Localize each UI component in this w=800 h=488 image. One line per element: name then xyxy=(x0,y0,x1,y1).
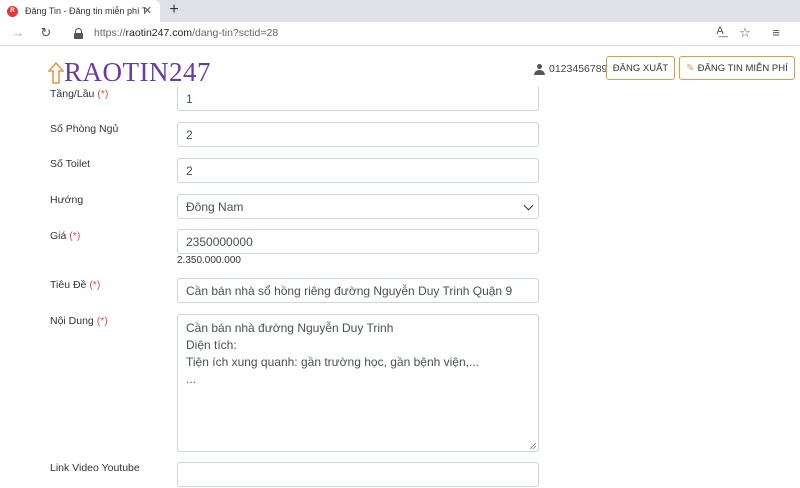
new-tab-plus-icon[interactable]: + xyxy=(166,1,182,19)
title-label: Tiêu Đề (*) xyxy=(50,279,101,291)
direction-value: Đông Nam xyxy=(186,199,244,214)
bedrooms-input[interactable]: 2 xyxy=(177,122,539,147)
close-icon[interactable]: ✕ xyxy=(143,4,152,17)
direction-label: Hướng xyxy=(50,194,84,206)
logout-button[interactable]: ĐĂNG XUẤT xyxy=(606,56,675,80)
price-formatted: 2.350.000.000 xyxy=(177,255,241,266)
title-input[interactable]: Cần bán nhà sổ hồng riêng đường Nguyễn D… xyxy=(177,278,539,303)
post-free-label: ĐĂNG TIN MIỄN PHÍ xyxy=(697,62,788,74)
direction-select[interactable]: Đông Nam xyxy=(177,194,539,219)
floor-input[interactable]: 1 xyxy=(177,87,539,111)
browser-tab-bar: R Đăng Tin - Đăng tin miễn phí Toà ✕ + xyxy=(0,0,800,22)
tab-title: Đăng Tin - Đăng tin miễn phí Toà xyxy=(25,6,145,16)
price-input[interactable]: 2350000000 xyxy=(177,229,539,254)
lock-icon xyxy=(74,28,83,39)
content-label: Nội Dung (*) xyxy=(50,315,108,327)
back-arrow-icon[interactable]: → xyxy=(9,25,27,40)
favorite-star-icon[interactable]: ☆ xyxy=(736,25,754,41)
reload-icon[interactable]: ↻ xyxy=(37,25,55,41)
resize-handle[interactable] xyxy=(530,443,536,449)
floor-label: Tầng/Lầu (*) xyxy=(50,88,109,100)
content-line: Diện tích: xyxy=(186,338,237,352)
browser-toolbar: → ↻ https://raotin247.com/dang-tin?sctid… xyxy=(0,22,800,46)
logo-arrow-icon xyxy=(48,61,64,84)
pencil-icon: ✎ xyxy=(686,62,695,74)
content-line: Tiện ích xung quanh: gần trường học, gần… xyxy=(186,355,479,369)
price-label: Giá (*) xyxy=(50,230,81,242)
address-bar[interactable]: https://raotin247.com/dang-tin?sctid=28 xyxy=(66,24,798,44)
content-line: ... xyxy=(186,372,197,386)
browser-tab[interactable]: R Đăng Tin - Đăng tin miễn phí Toà ✕ xyxy=(0,0,160,22)
logo-text: RAOTIN247 xyxy=(64,57,211,87)
user-icon xyxy=(534,63,545,75)
user-account[interactable]: 0123456789 xyxy=(534,63,607,75)
content-line: Cần bán nhà đường Nguyễn Duy Trinh xyxy=(186,321,394,335)
toilets-label: Số Toilet xyxy=(50,158,91,170)
url-text[interactable]: https://raotin247.com/dang-tin?sctid=28 xyxy=(94,27,278,39)
site-favicon-icon: R xyxy=(7,5,18,17)
read-aloud-icon[interactable]: A͟ xyxy=(711,25,729,37)
chevron-down-icon xyxy=(523,200,534,211)
bedrooms-label: Số Phòng Ngủ xyxy=(50,123,119,135)
youtube-input[interactable] xyxy=(177,462,539,487)
favorites-list-icon[interactable]: ≡ xyxy=(767,25,785,40)
site-logo[interactable]: RAOTIN247 xyxy=(48,57,211,88)
user-phone: 0123456789 xyxy=(549,63,608,75)
content-textarea[interactable]: Cần bán nhà đường Nguyễn Duy Trinh Diện … xyxy=(177,314,539,452)
youtube-label: Link Video Youtube xyxy=(50,462,140,474)
toilets-input[interactable]: 2 xyxy=(177,158,539,183)
post-free-button[interactable]: ✎ ĐĂNG TIN MIỄN PHÍ xyxy=(679,56,795,80)
